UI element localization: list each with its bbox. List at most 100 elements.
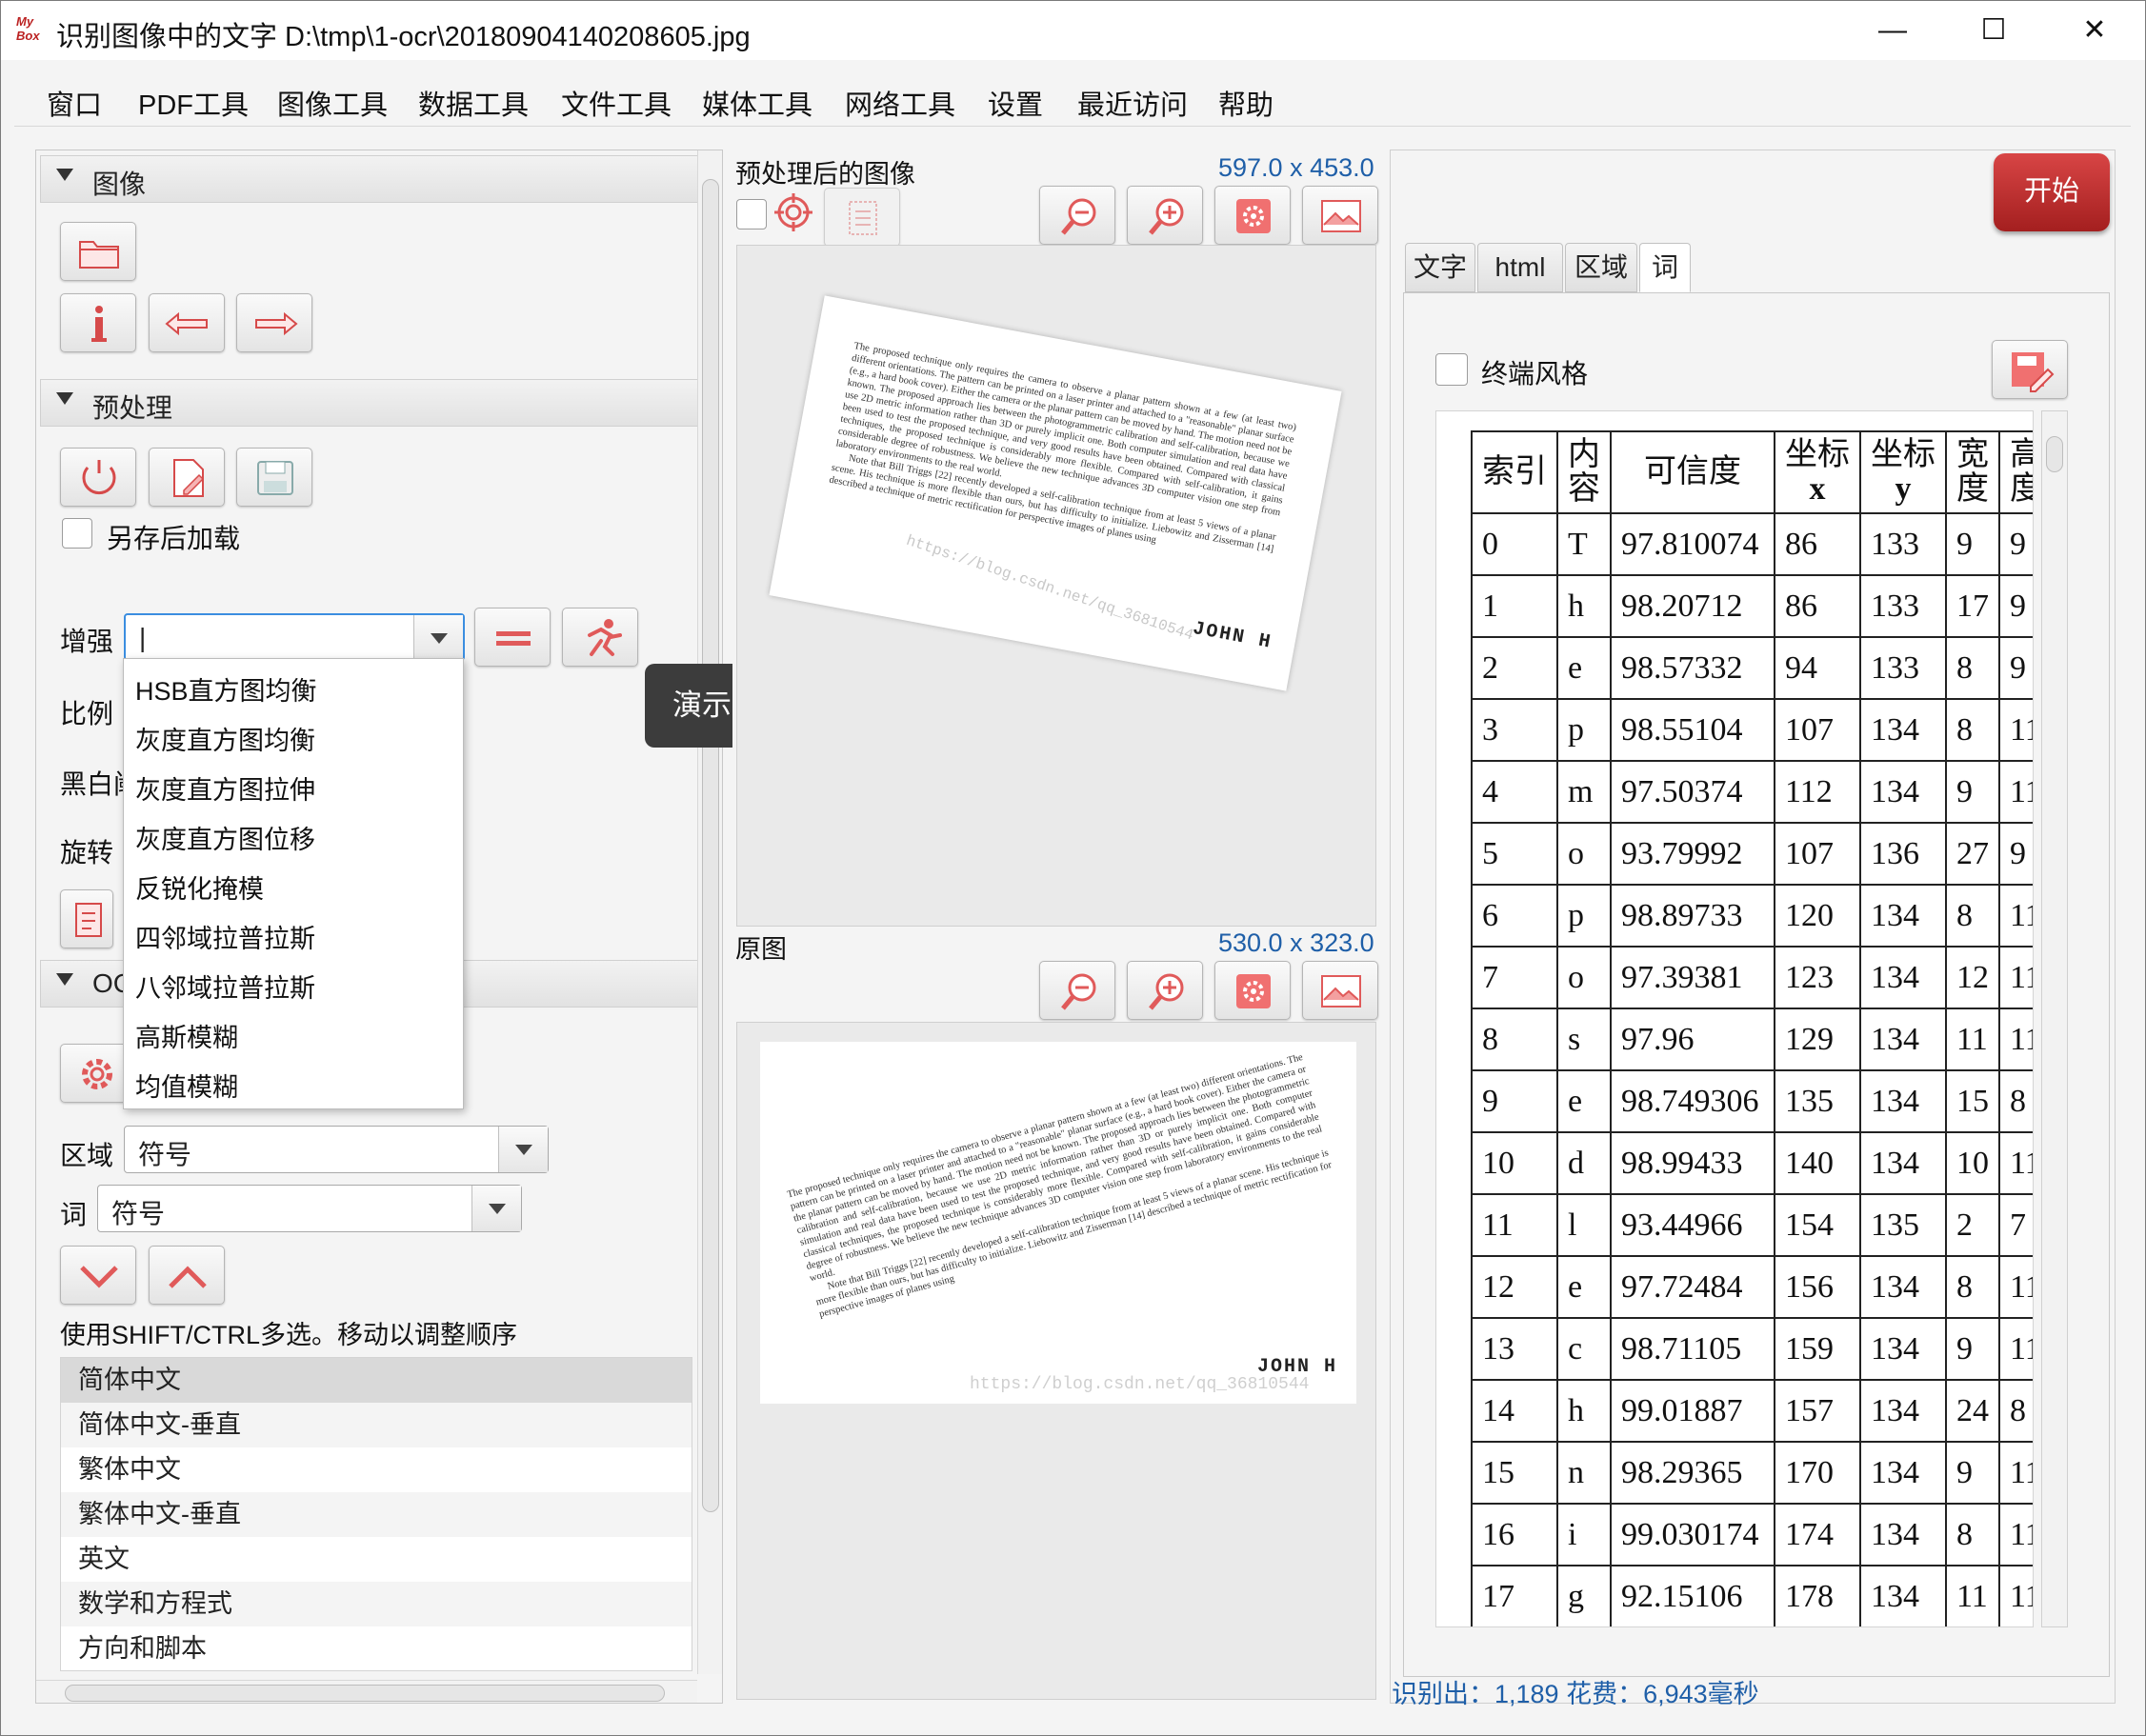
dropdown-option[interactable]: 八邻域拉普拉斯 xyxy=(135,968,315,1005)
open-file-button[interactable] xyxy=(60,222,136,281)
left-horizontal-scrollbar[interactable] xyxy=(36,1680,697,1703)
list-item[interactable]: 简体中文-垂直 xyxy=(61,1403,692,1447)
edit-button[interactable] xyxy=(149,448,225,507)
column-header-confidence[interactable]: 可信度 xyxy=(1610,430,1775,514)
list-item[interactable]: 简体中文 xyxy=(61,1358,692,1403)
table-row[interactable]: 15n98.29365170134911 xyxy=(1471,1441,2033,1505)
section-image-header[interactable]: 图像 xyxy=(40,155,699,203)
demo-button[interactable] xyxy=(562,608,638,667)
table-row[interactable]: 17g92.151061781341111 xyxy=(1471,1565,2033,1626)
table-row[interactable]: 7o97.393811231341211 xyxy=(1471,946,2033,1009)
ocr-region-button[interactable] xyxy=(824,188,900,247)
select-area-checkbox[interactable] xyxy=(736,199,767,229)
table-row[interactable]: 4m97.50374112134911 xyxy=(1471,760,2033,824)
ocr-settings-button[interactable] xyxy=(60,1044,132,1103)
original-zoom-out-button[interactable] xyxy=(1039,961,1115,1020)
dropdown-option[interactable]: 反锐化掩模 xyxy=(135,868,264,906)
tab-regions[interactable]: 区域 xyxy=(1565,243,1637,292)
dropdown-option[interactable]: HSB直方图均衡 xyxy=(135,670,317,708)
region-level-select[interactable]: 符号 xyxy=(124,1126,549,1173)
processed-image-view[interactable]: The proposed technique only requires the… xyxy=(736,245,1376,927)
menu-help[interactable]: 帮助 xyxy=(1218,83,1274,123)
original-settings-button[interactable] xyxy=(1214,961,1291,1020)
column-header-width[interactable]: 宽度 xyxy=(1945,430,2000,514)
start-button[interactable]: 开始 xyxy=(1994,153,2110,231)
previous-button[interactable] xyxy=(149,293,225,352)
table-row[interactable]: 9 e 98.749306 135 134 15 8 xyxy=(1471,1069,2033,1133)
table-row[interactable]: 13c98.71105159134911 xyxy=(1471,1317,2033,1381)
table-row[interactable]: 16i99.030174174134811 xyxy=(1471,1503,2033,1566)
rotate-apply-button[interactable] xyxy=(60,889,113,948)
minimize-button[interactable]: — xyxy=(1864,9,1921,52)
zoom-in-button[interactable] xyxy=(1127,186,1203,245)
recover-button[interactable] xyxy=(60,448,136,507)
column-header-y[interactable]: 坐标 y xyxy=(1859,430,1947,514)
save-button[interactable] xyxy=(236,448,312,507)
column-header-content[interactable]: 内容 xyxy=(1556,430,1612,514)
dropdown-option[interactable]: 均值模糊 xyxy=(135,1067,238,1104)
list-item[interactable]: 繁体中文 xyxy=(61,1447,692,1492)
table-row[interactable]: 5 o 93.79992 107 136 27 9 xyxy=(1471,822,2033,886)
column-header-height[interactable]: 高度 xyxy=(1998,430,2033,514)
list-item[interactable]: 繁体中文-垂直 xyxy=(61,1492,692,1537)
list-item[interactable]: 英文 xyxy=(61,1537,692,1582)
list-item[interactable]: 方向和脚本 xyxy=(61,1626,692,1670)
scrollbar-thumb[interactable] xyxy=(65,1685,665,1702)
dropdown-option[interactable]: 灰度直方图拉伸 xyxy=(135,769,315,807)
terminal-style-checkbox[interactable] xyxy=(1435,353,1468,386)
dropdown-option[interactable]: 灰度直方图位移 xyxy=(135,819,315,856)
table-row[interactable]: 14 h 99.01887 157 134 24 8 xyxy=(1471,1379,2033,1443)
enhance-select[interactable]: | xyxy=(124,613,465,661)
export-button[interactable] xyxy=(1992,340,2068,399)
table-row[interactable]: 3p98.55104107134811 xyxy=(1471,698,2033,762)
tab-words[interactable]: 词 xyxy=(1639,243,1691,292)
dropdown-option[interactable]: 灰度直方图均衡 xyxy=(135,720,315,757)
original-image-view[interactable]: The proposed technique only requires the… xyxy=(736,1022,1376,1700)
word-level-select[interactable]: 符号 xyxy=(97,1185,522,1232)
target-icon[interactable] xyxy=(772,191,814,233)
next-button[interactable] xyxy=(236,293,312,352)
scrollbar-thumb[interactable] xyxy=(2046,436,2063,472)
scrollbar-thumb[interactable] xyxy=(702,179,719,1512)
menu-window[interactable]: 窗口 xyxy=(47,83,102,123)
left-vertical-scrollbar[interactable] xyxy=(697,150,722,1674)
table-row[interactable]: 10d98.994331401341011 xyxy=(1471,1131,2033,1195)
dropdown-option[interactable]: 高斯模糊 xyxy=(135,1017,238,1054)
column-header-index[interactable]: 索引 xyxy=(1471,430,1558,514)
menu-data-tools[interactable]: 数据工具 xyxy=(418,83,529,123)
menu-media-tools[interactable]: 媒体工具 xyxy=(702,83,812,123)
zoom-out-button[interactable] xyxy=(1039,186,1115,245)
list-item[interactable]: 数学和方程式 xyxy=(61,1582,692,1626)
language-list[interactable]: 简体中文 简体中文-垂直 繁体中文 繁体中文-垂直 英文 数学和方程式 方向和脚… xyxy=(60,1357,692,1671)
table-row[interactable]: 11 l 93.44966 154 135 2 7 xyxy=(1471,1193,2033,1257)
view-image-button[interactable] xyxy=(1302,186,1378,245)
table-vertical-scrollbar[interactable] xyxy=(2041,410,2068,1627)
image-settings-button[interactable] xyxy=(1214,186,1291,245)
table-row[interactable]: 0 T 97.810074 86 133 9 9 xyxy=(1471,512,2033,576)
dropdown-option[interactable]: 四邻域拉普拉斯 xyxy=(135,918,315,955)
menu-file-tools[interactable]: 文件工具 xyxy=(561,83,672,123)
menu-settings[interactable]: 设置 xyxy=(988,83,1043,123)
reload-after-save-checkbox[interactable] xyxy=(62,518,92,549)
move-up-button[interactable] xyxy=(149,1246,225,1305)
close-button[interactable]: ✕ xyxy=(2066,9,2123,52)
original-zoom-in-button[interactable] xyxy=(1127,961,1203,1020)
info-button[interactable] xyxy=(60,293,136,352)
table-row[interactable]: 2 e 98.57332 94 133 8 9 xyxy=(1471,636,2033,700)
column-header-x[interactable]: 坐标 x xyxy=(1774,430,1861,514)
equal-button[interactable] xyxy=(474,608,551,667)
table-row[interactable]: 12e97.72484156134811 xyxy=(1471,1255,2033,1319)
table-row[interactable]: 6p98.89733120134811 xyxy=(1471,884,2033,948)
menu-network-tools[interactable]: 网络工具 xyxy=(845,83,955,123)
maximize-button[interactable]: ☐ xyxy=(1965,9,2022,52)
section-preprocess-header[interactable]: 预处理 xyxy=(40,379,699,427)
menu-recent[interactable]: 最近访问 xyxy=(1077,83,1188,123)
menu-pdf-tools[interactable]: PDF工具 xyxy=(138,83,249,123)
tab-text[interactable]: 文字 xyxy=(1405,243,1475,292)
original-view-button[interactable] xyxy=(1302,961,1378,1020)
move-down-button[interactable] xyxy=(60,1246,136,1305)
menu-image-tools[interactable]: 图像工具 xyxy=(277,83,388,123)
table-row[interactable]: 1 h 98.20712 86 133 17 9 xyxy=(1471,574,2033,638)
tab-html[interactable]: html xyxy=(1477,243,1563,292)
table-row[interactable]: 8s97.961291341111 xyxy=(1471,1008,2033,1071)
